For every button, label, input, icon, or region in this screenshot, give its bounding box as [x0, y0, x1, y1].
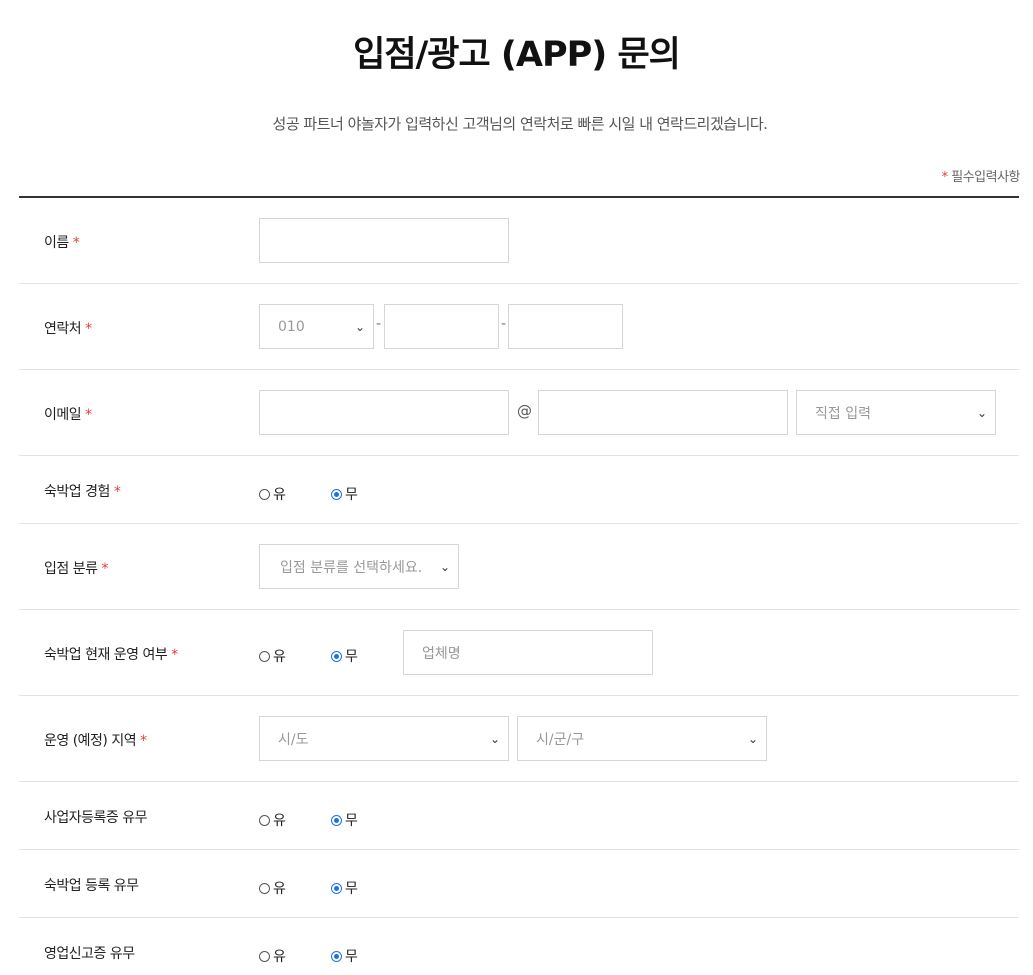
form-row-current-operation: 숙박업 현재 운영 여부 * 유 무 업체명 — [19, 610, 1019, 696]
chevron-down-icon: ⌄ — [489, 731, 500, 746]
form-row-business-report: 영업신고증 유무 유 무 — [19, 918, 1019, 975]
radio-icon — [331, 950, 342, 962]
lodging-registration-radio-no[interactable]: 무 — [331, 878, 358, 898]
required-note: * 필수입력사항 — [941, 166, 1021, 185]
radio-icon — [259, 882, 270, 894]
form-row-phone: 연락처 * 010 ⌄ - - — [19, 284, 1019, 370]
current-operation-label: 숙박업 현재 운영 여부 * — [44, 647, 178, 663]
phone-prefix-select[interactable]: 010 ⌄ — [259, 304, 374, 349]
lodging-registration-radio-yes[interactable]: 유 — [259, 878, 286, 898]
form-row-entry-category: 입점 분류 * 입점 분류를 선택하세요. ⌄ — [19, 524, 1019, 610]
radio-icon — [259, 950, 270, 962]
required-star: * — [113, 484, 121, 500]
form-row-business-registration: 사업자등록증 유무 유 무 — [19, 782, 1019, 850]
chevron-down-icon: ⌄ — [976, 405, 987, 420]
radio-icon — [259, 650, 270, 662]
business-name-input[interactable]: 업체명 — [403, 630, 653, 675]
form-row-email: 이메일 * @ 직접 입력 ⌄ — [19, 370, 1019, 456]
chevron-down-icon: ⌄ — [747, 731, 758, 746]
business-registration-radio-yes[interactable]: 유 — [259, 810, 286, 830]
phone-dash: - — [501, 316, 507, 332]
required-star: * — [140, 733, 147, 749]
phone-last-input[interactable] — [508, 304, 623, 349]
email-domain-select[interactable]: 직접 입력 ⌄ — [796, 390, 996, 435]
chevron-down-icon: ⌄ — [354, 319, 365, 334]
radio-icon — [259, 814, 270, 826]
lodging-experience-radio-yes[interactable]: 유 — [259, 484, 286, 504]
form-row-region: 운영 (예정) 지역 * 시/도 ⌄ 시/군/구 ⌄ — [19, 696, 1019, 782]
required-star: * — [941, 170, 949, 185]
email-id-input[interactable] — [259, 390, 509, 435]
phone-middle-input[interactable] — [384, 304, 499, 349]
current-operation-radio-no[interactable]: 무 — [331, 646, 358, 666]
required-star: * — [72, 235, 80, 251]
page-title: 입점/광고 (APP) 문의 — [353, 35, 681, 75]
phone-dash: - — [376, 316, 382, 332]
current-operation-radio-yes[interactable]: 유 — [259, 646, 286, 666]
page-subtitle: 성공 파트너 야놀자가 입력하신 고객님의 연락처로 빠른 시일 내 연락드리겠… — [272, 115, 768, 133]
form-row-lodging-experience: 숙박업 경험 * 유 무 — [19, 456, 1019, 524]
form-row-name: 이름 * — [19, 198, 1019, 284]
email-label: 이메일 * — [44, 407, 92, 423]
radio-icon — [331, 488, 342, 500]
required-star: * — [101, 561, 108, 577]
business-registration-label: 사업자등록증 유무 — [44, 810, 148, 826]
region-label: 운영 (예정) 지역 * — [44, 733, 147, 749]
region-city-select[interactable]: 시/도 ⌄ — [259, 716, 509, 761]
lodging-experience-radio-no[interactable]: 무 — [331, 484, 358, 504]
entry-category-label: 입점 분류 * — [44, 561, 108, 577]
region-district-select[interactable]: 시/군/구 ⌄ — [517, 716, 767, 761]
lodging-experience-label: 숙박업 경험 * — [44, 484, 121, 500]
email-domain-input[interactable] — [538, 390, 788, 435]
radio-icon — [331, 882, 342, 894]
entry-category-select[interactable]: 입점 분류를 선택하세요. ⌄ — [259, 544, 459, 589]
email-at-sign: @ — [517, 402, 532, 420]
business-report-radio-yes[interactable]: 유 — [259, 946, 286, 966]
phone-label: 연락처 * — [44, 321, 92, 337]
lodging-registration-label: 숙박업 등록 유무 — [44, 878, 139, 894]
required-star: * — [85, 407, 92, 423]
name-input[interactable] — [259, 218, 509, 263]
required-star: * — [85, 321, 92, 337]
name-label: 이름 * — [44, 235, 80, 251]
business-report-radio-no[interactable]: 무 — [331, 946, 358, 966]
radio-icon — [331, 650, 342, 662]
required-note-text: 필수입력사항 — [951, 170, 1020, 185]
business-registration-radio-no[interactable]: 무 — [331, 810, 358, 830]
radio-icon — [259, 488, 270, 500]
required-star: * — [171, 647, 178, 663]
business-report-label: 영업신고증 유무 — [44, 946, 135, 962]
form-row-lodging-registration: 숙박업 등록 유무 유 무 — [19, 850, 1019, 918]
chevron-down-icon: ⌄ — [439, 559, 450, 574]
radio-icon — [331, 814, 342, 826]
